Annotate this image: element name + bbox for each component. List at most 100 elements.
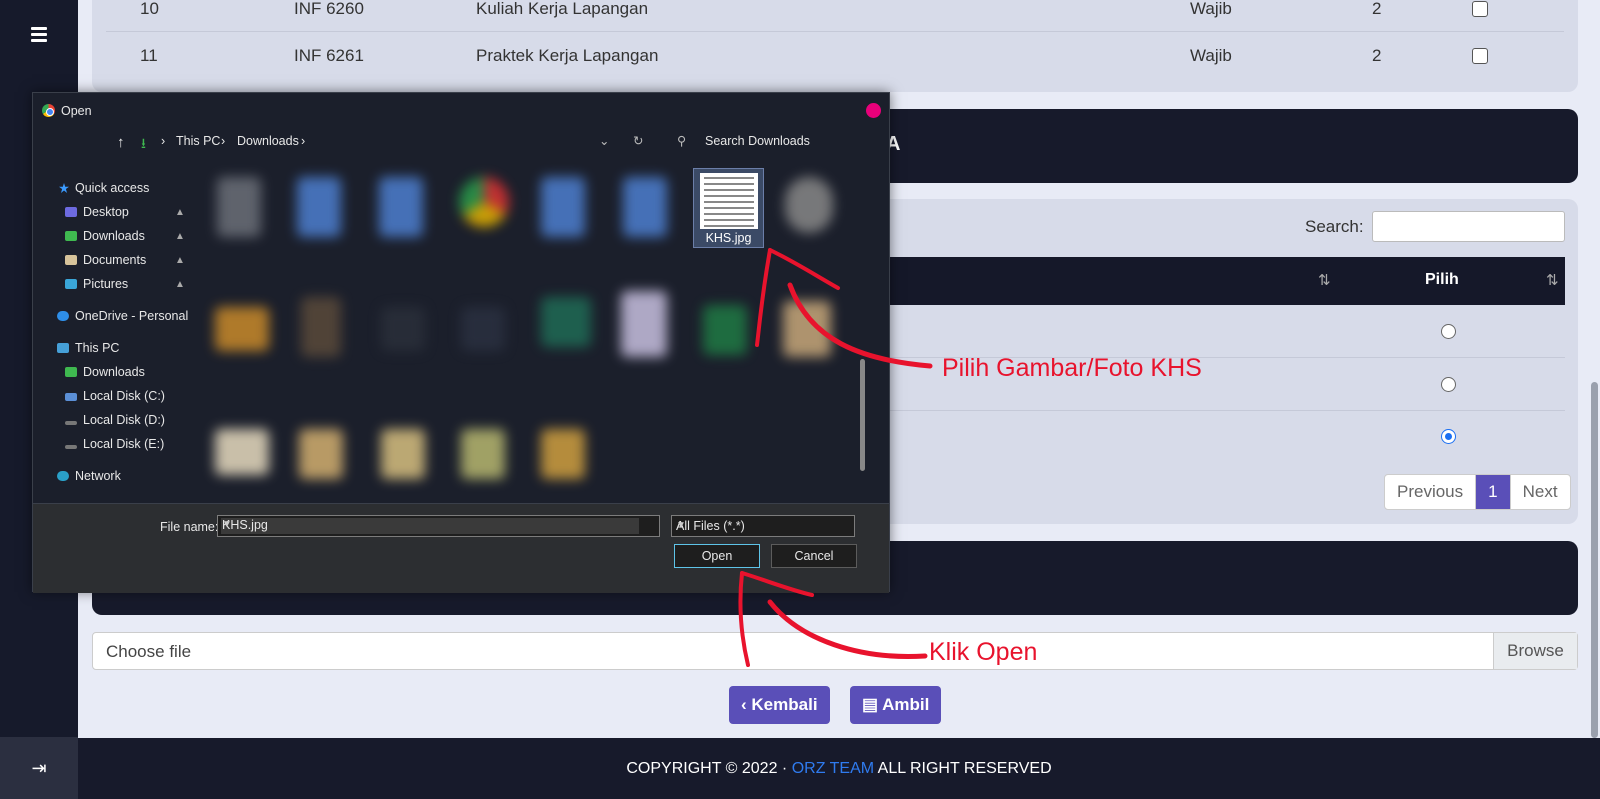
page-1-button[interactable]: 1 — [1476, 475, 1510, 509]
file-type-select[interactable]: All Files (*.*) ▼ — [671, 515, 855, 537]
pin-icon[interactable]: ▲ — [175, 231, 185, 242]
download-icon — [65, 231, 77, 241]
page-scrollbar-thumb[interactable] — [1591, 382, 1598, 738]
blurred-file-icon[interactable] — [783, 301, 831, 357]
cancel-button[interactable]: Cancel — [771, 544, 857, 568]
blurred-file-icon[interactable] — [381, 429, 425, 479]
course-checkbox[interactable] — [1472, 1, 1488, 17]
search-input[interactable] — [1372, 211, 1565, 242]
nav-onedrive[interactable]: OneDrive - Personal — [57, 309, 188, 323]
blurred-file-icon[interactable] — [541, 297, 591, 347]
sort-icon[interactable]: ⇅ — [1318, 271, 1331, 289]
nav-label: Local Disk (C:) — [83, 389, 165, 403]
file-item-selected[interactable]: KHS.jpg — [693, 168, 764, 248]
refresh-icon[interactable]: ↻ — [633, 133, 643, 148]
footer-brand-link[interactable]: ORZ TEAM — [792, 760, 874, 777]
nav-quick-access[interactable]: Quick access — [59, 181, 149, 195]
nav-documents[interactable]: Documents — [65, 253, 146, 267]
network-icon — [57, 471, 69, 481]
file-list-scrollbar-thumb[interactable] — [860, 359, 865, 471]
search-downloads-input[interactable]: Search Downloads — [705, 134, 810, 148]
blurred-file-icon[interactable] — [541, 429, 585, 479]
blurred-file-icon[interactable] — [621, 291, 667, 357]
submit-button[interactable]: ▤ Ambil — [850, 686, 942, 724]
nav-disk-e[interactable]: Local Disk (E:) — [65, 437, 164, 451]
file-list-scrollbar[interactable] — [859, 169, 867, 501]
chevron-down-icon[interactable]: ⌄ — [599, 133, 609, 148]
select-radio-selected[interactable] — [1441, 429, 1456, 444]
breadcrumb-downloads[interactable]: Downloads — [237, 134, 299, 148]
nav-downloads[interactable]: Downloads — [65, 229, 145, 243]
chrome-logo-icon — [42, 104, 55, 117]
file-input-placeholder: Choose file — [106, 642, 192, 661]
nav-this-pc[interactable]: This PC — [57, 341, 119, 355]
file-input[interactable]: Choose file Browse — [92, 632, 1578, 670]
blurred-file-icon[interactable] — [217, 177, 261, 237]
course-type: Wajib — [1190, 0, 1232, 18]
drive-icon — [65, 445, 77, 449]
table-row: 10 INF 6260 Kuliah Kerja Lapangan Wajib … — [106, 0, 1564, 32]
blurred-file-icon[interactable] — [215, 429, 269, 475]
footer: COPYRIGHT © 2022 · ORZ TEAM ALL RIGHT RE… — [78, 738, 1600, 799]
blurred-file-icon[interactable] — [299, 429, 343, 479]
pin-icon[interactable]: ▲ — [175, 279, 185, 290]
nav-desktop[interactable]: Desktop — [65, 205, 129, 219]
close-icon[interactable] — [866, 103, 881, 118]
select-radio[interactable] — [1441, 377, 1456, 392]
blurred-file-icon[interactable] — [461, 429, 505, 479]
nav-disk-d[interactable]: Local Disk (D:) — [65, 413, 165, 427]
up-arrow-icon[interactable]: ↑ — [117, 134, 125, 151]
drive-icon — [65, 421, 77, 425]
blurred-file-icon[interactable] — [379, 177, 423, 237]
blurred-file-icon[interactable] — [215, 307, 269, 351]
blurred-file-icon[interactable] — [461, 307, 505, 351]
search-label: Search: — [1305, 217, 1364, 236]
blurred-file-icon[interactable] — [297, 177, 341, 237]
blurred-file-icon[interactable] — [623, 177, 667, 237]
open-button[interactable]: Open — [674, 544, 760, 568]
hamburger-menu-icon[interactable] — [26, 24, 52, 48]
table-row — [886, 306, 1565, 358]
download-icon — [65, 367, 77, 377]
page-scrollbar[interactable] — [1588, 0, 1600, 738]
blurred-file-icon[interactable] — [785, 177, 833, 233]
select-radio[interactable] — [1441, 324, 1456, 339]
nav-label: Local Disk (D:) — [83, 413, 165, 427]
blurred-file-icon[interactable] — [301, 297, 341, 357]
pilih-header[interactable]: Pilih — [1425, 271, 1459, 289]
sort-icon[interactable]: ⇅ — [1546, 271, 1559, 289]
nav-pc-downloads[interactable]: Downloads — [65, 365, 145, 379]
address-bar: ↑ ⭳ › This PC › Downloads › ⌄ ↻ ⚲ Search… — [33, 129, 889, 155]
star-icon — [59, 183, 69, 193]
chevron-down-icon[interactable]: ▼ — [222, 519, 655, 530]
blurred-file-icon[interactable] — [381, 307, 425, 351]
file-name-field[interactable]: KHS.jpg ▼ — [217, 515, 660, 537]
nav-disk-c[interactable]: Local Disk (C:) — [65, 389, 165, 403]
nav-label: Downloads — [83, 229, 145, 243]
cloud-icon — [57, 311, 69, 321]
row-number: 11 — [140, 46, 158, 65]
dialog-footer: File name: KHS.jpg ▼ All Files (*.*) ▼ O… — [33, 503, 889, 593]
search-icon: ⚲ — [677, 134, 687, 148]
course-checkbox[interactable] — [1472, 48, 1488, 64]
blurred-file-icon[interactable] — [459, 177, 509, 227]
nav-label: Network — [75, 469, 121, 483]
drive-icon — [65, 393, 77, 401]
dialog-titlebar[interactable]: Open — [33, 93, 889, 127]
nav-network[interactable]: Network — [57, 469, 121, 483]
breadcrumb-this-pc[interactable]: This PC — [176, 134, 220, 148]
nav-pictures[interactable]: Pictures — [65, 277, 128, 291]
logout-icon[interactable]: ⇥ — [0, 737, 78, 799]
course-table-card: 10 INF 6260 Kuliah Kerja Lapangan Wajib … — [92, 0, 1578, 92]
blurred-file-icon[interactable] — [541, 177, 585, 237]
download-icon: ⭳ — [141, 135, 146, 151]
back-button[interactable]: ‹ Kembali — [729, 686, 830, 724]
previous-button[interactable]: Previous — [1385, 475, 1477, 509]
chevron-left-icon: ‹ — [741, 695, 747, 714]
blurred-file-icon[interactable] — [703, 305, 747, 355]
chevron-down-icon[interactable]: ▼ — [676, 520, 848, 531]
pin-icon[interactable]: ▲ — [175, 255, 185, 266]
browse-button[interactable]: Browse — [1493, 633, 1577, 669]
next-button[interactable]: Next — [1509, 475, 1570, 509]
pin-icon[interactable]: ▲ — [175, 207, 185, 218]
